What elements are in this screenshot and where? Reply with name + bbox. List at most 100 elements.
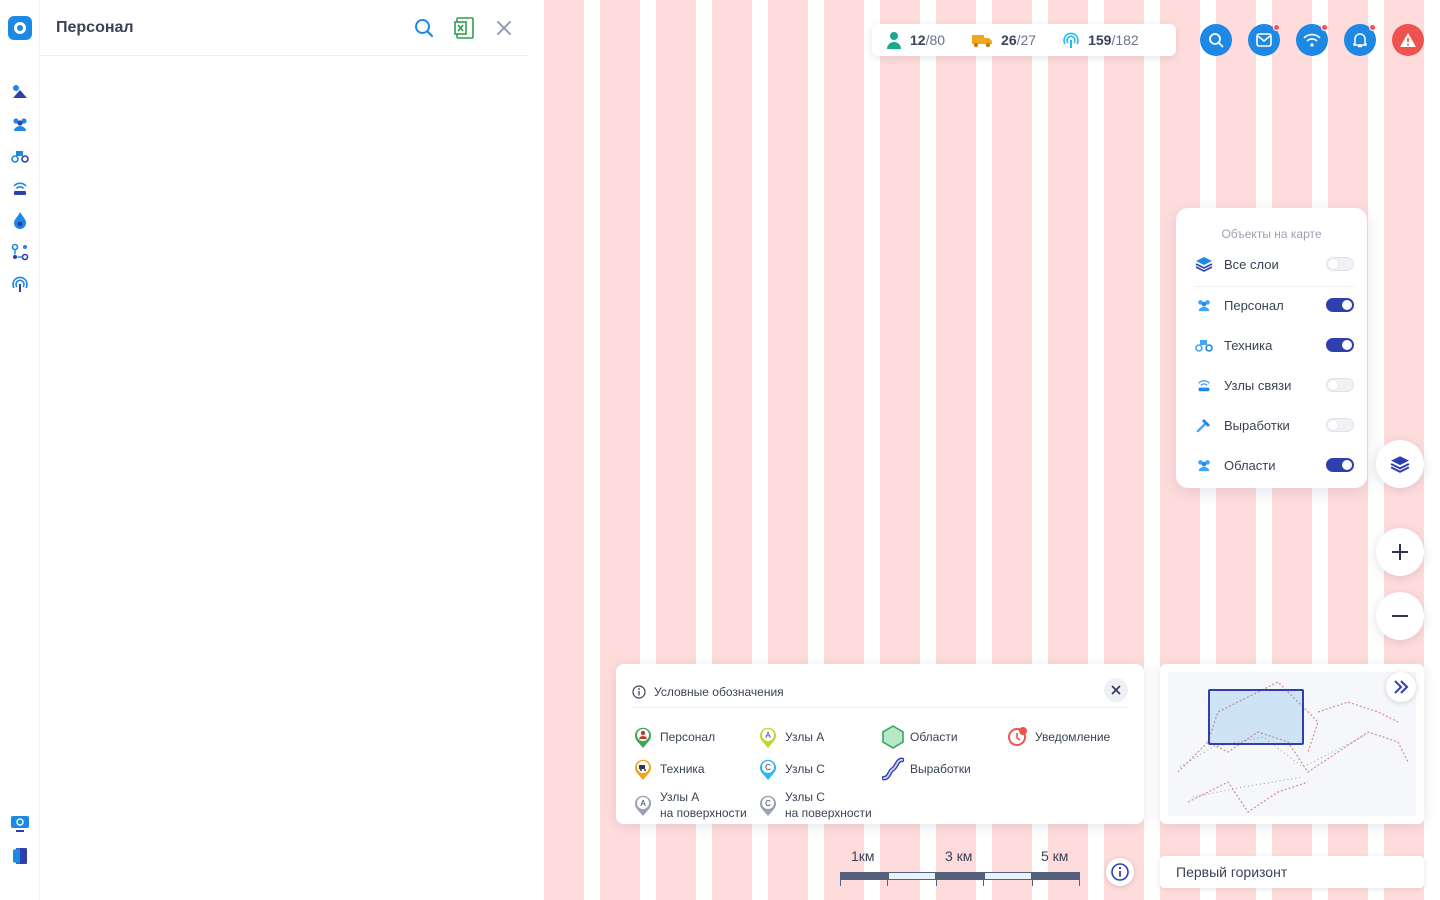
minimap-viewport[interactable] — [1208, 689, 1304, 745]
vehicle-marker-icon — [632, 757, 654, 781]
layers-button[interactable] — [1376, 440, 1424, 488]
vehicle-icon — [1194, 335, 1214, 355]
notification-dot — [1273, 24, 1280, 31]
stat-signal-current: 159 — [1088, 32, 1112, 48]
horizon-select[interactable]: Первый горизонт — [1160, 856, 1424, 888]
stat-vehicles-current: 26 — [1001, 32, 1017, 48]
close-icon[interactable] — [492, 16, 516, 40]
stat-personnel-total: /80 — [925, 32, 946, 48]
minimap-view[interactable] — [1168, 672, 1416, 816]
personnel-marker-icon — [632, 725, 654, 749]
layer-areas[interactable]: Области — [1194, 453, 1354, 477]
nav-map-icon[interactable] — [10, 82, 30, 102]
legend-label: Области — [910, 730, 958, 744]
hexagon-icon — [882, 725, 904, 749]
nav-nodes-icon[interactable] — [10, 178, 30, 198]
zoom-out-button[interactable] — [1376, 592, 1424, 640]
bell-icon — [1353, 33, 1367, 48]
map-stripe — [544, 0, 584, 900]
nav-exit-icon[interactable] — [10, 846, 30, 866]
legend-label: Узлы А — [785, 730, 825, 744]
layer-toggle[interactable] — [1326, 378, 1354, 392]
legend-toggle-button[interactable] — [1106, 858, 1134, 886]
svg-text:C: C — [765, 799, 771, 808]
stat-personnel[interactable]: 12/80 — [886, 31, 945, 49]
messages-button[interactable] — [1248, 24, 1280, 56]
layers-icon — [1194, 254, 1214, 274]
node-c-surface-marker-icon: C — [757, 793, 779, 817]
svg-text:C: C — [765, 763, 771, 772]
layer-label: Узлы связи — [1224, 377, 1292, 393]
mine-icon — [1194, 415, 1214, 435]
minimap-expand-button[interactable] — [1386, 672, 1416, 702]
notification-marker-icon — [1007, 725, 1029, 749]
search-icon — [1209, 33, 1224, 48]
scale-label: 3 км — [945, 848, 973, 864]
nav-routes-icon[interactable] — [10, 242, 30, 262]
node-a-surface-marker-icon: A — [632, 793, 654, 817]
personnel-panel: Персонал — [40, 0, 528, 900]
legend-header: Условные обозначения — [632, 678, 1128, 708]
alarm-button[interactable] — [1392, 24, 1424, 56]
legend-item-nodes-c: C Узлы С — [757, 757, 825, 781]
info-icon — [1111, 863, 1129, 881]
scale-label: 5 км — [1041, 848, 1069, 864]
legend-item-notification: Уведомление — [1007, 725, 1110, 749]
minimap[interactable] — [1160, 664, 1424, 824]
chevron-double-right-icon — [1394, 680, 1409, 694]
layer-toggle[interactable] — [1326, 458, 1354, 472]
stat-personnel-current: 12 — [910, 32, 926, 48]
workings-icon — [882, 757, 904, 781]
map-scale: 1км 3 км 5 км — [840, 848, 1080, 888]
stat-vehicles-total: /27 — [1016, 32, 1037, 48]
node-a-marker-icon: A — [757, 725, 779, 749]
global-search-button[interactable] — [1200, 24, 1232, 56]
search-icon[interactable] — [412, 16, 436, 40]
layer-toggle[interactable] — [1326, 418, 1354, 432]
node-c-marker-icon: C — [757, 757, 779, 781]
layer-toggle[interactable] — [1326, 257, 1354, 271]
stat-signal[interactable]: 159/182 — [1062, 31, 1139, 49]
legend-close-button[interactable] — [1104, 678, 1128, 702]
layer-label: Все слои — [1224, 256, 1279, 272]
zoom-in-button[interactable] — [1376, 528, 1424, 576]
person-icon — [887, 32, 901, 49]
svg-text:A: A — [765, 731, 771, 740]
signal-icon — [1063, 32, 1079, 48]
legend-item-nodes-a-surface: A Узлы А на поверхности — [632, 789, 747, 821]
legend-label: Уведомление — [1035, 730, 1111, 744]
network-button[interactable] — [1296, 24, 1328, 56]
nav-vehicles-icon[interactable] — [10, 146, 30, 166]
layers-icon — [1390, 456, 1410, 473]
people-icon — [1194, 455, 1214, 475]
legend-panel: Условные обозначения Персонал A Узлы А О… — [616, 664, 1144, 824]
app-logo[interactable] — [8, 16, 32, 40]
layer-nodes[interactable]: Узлы связи — [1194, 373, 1354, 397]
layer-workings[interactable]: Выработки — [1194, 413, 1354, 437]
notifications-button[interactable] — [1344, 24, 1376, 56]
legend-label: Персонал — [660, 730, 716, 744]
svg-text:A: A — [640, 799, 646, 808]
panel-header: Персонал — [40, 0, 528, 56]
legend-label: Узлы С — [785, 790, 825, 804]
layer-toggle[interactable] — [1326, 338, 1354, 352]
layer-personnel[interactable]: Персонал — [1194, 293, 1354, 317]
legend-label: на поверхности — [785, 806, 872, 820]
legend-item-nodes-c-surface: C Узлы С на поверхности — [757, 789, 872, 821]
mail-icon — [1256, 33, 1272, 47]
legend-label: Техника — [660, 762, 705, 776]
layer-vehicles[interactable]: Техника — [1194, 333, 1354, 357]
layer-toggle[interactable] — [1326, 298, 1354, 312]
nav-signal-icon[interactable] — [10, 274, 30, 294]
excel-export-icon[interactable] — [452, 16, 476, 40]
legend-item-areas: Области — [882, 725, 958, 749]
legend-item-personnel: Персонал — [632, 725, 715, 749]
nav-personnel-icon[interactable] — [10, 114, 30, 134]
info-icon — [632, 684, 646, 699]
nav-monitor-icon[interactable] — [10, 814, 30, 834]
close-icon — [1111, 685, 1121, 695]
nav-fire-icon[interactable] — [10, 210, 30, 230]
layer-all[interactable]: Все слои — [1194, 252, 1354, 276]
nav-rail — [0, 0, 40, 900]
stat-vehicles[interactable]: 26/27 — [971, 32, 1036, 48]
